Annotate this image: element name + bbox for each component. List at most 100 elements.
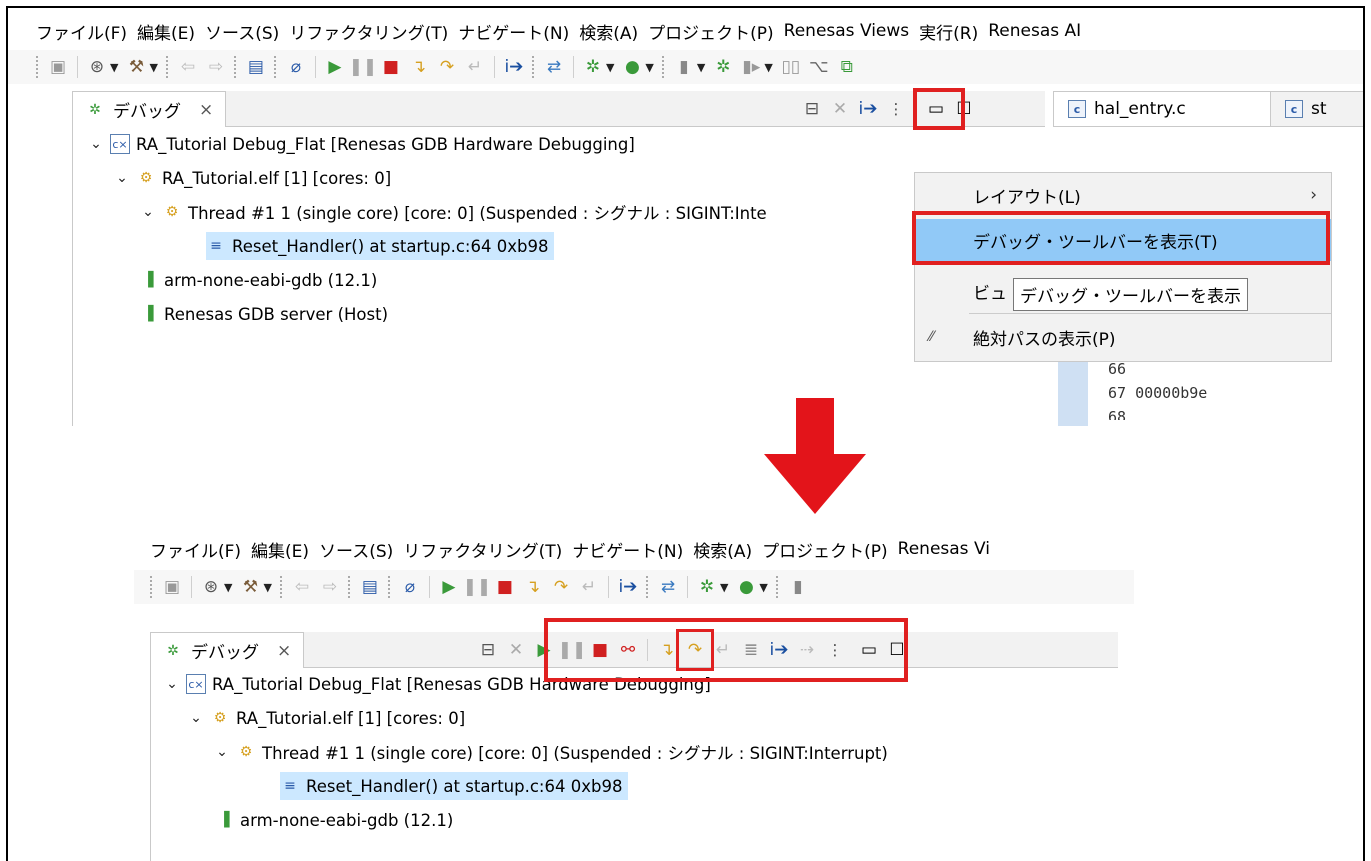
terminal-icon[interactable]: ▤ [244, 55, 268, 79]
menu-edit[interactable]: 編集(E) [251, 537, 309, 562]
tree-row-frame[interactable]: ≡ Reset_Handler() at startup.c:64 0xb98 [206, 232, 555, 260]
build-hammer-icon[interactable]: ⚒ [238, 575, 262, 599]
remove-terminated-icon[interactable]: ✕ [504, 638, 528, 662]
chevron-down-icon[interactable]: ⌄ [214, 744, 230, 760]
chevron-down-icon[interactable]: ▼ [224, 581, 232, 594]
build-hammer-icon[interactable]: ⚒ [124, 55, 148, 79]
menu-run[interactable]: 実行(R) [919, 19, 978, 44]
debug-bug-icon[interactable]: ✲ [695, 575, 719, 599]
back-arrow-icon[interactable]: ⇦ [290, 575, 314, 599]
perspective-icon[interactable]: ⧉ [835, 55, 859, 79]
tree-row-elf[interactable]: ⌄ ⚙ RA_Tutorial.elf [1] [cores: 0] [188, 704, 465, 732]
collapse-all-icon[interactable]: ⊟ [476, 638, 500, 662]
suspend-icon[interactable]: ❚❚ [463, 575, 492, 599]
resume-icon[interactable]: ▶ [437, 575, 461, 599]
debug-bug-icon[interactable]: ✲ [581, 55, 605, 79]
chevron-down-icon[interactable]: ▼ [110, 61, 118, 74]
chevron-down-icon[interactable]: ⌄ [164, 676, 180, 692]
tab-debug[interactable]: ✲ デバッグ × [72, 91, 227, 127]
external-tools-icon[interactable]: ▮ [672, 55, 696, 79]
debug-config-icon[interactable]: ⊛ [85, 55, 109, 79]
hierarchy-icon[interactable]: ⌥ [807, 55, 831, 79]
editor-tab-startup[interactable]: c st [1270, 91, 1363, 127]
skip-breakpoints-icon[interactable]: ⌀ [398, 575, 422, 599]
tree-row-gdb[interactable]: ▐ arm-none-eabi-gdb (12.1) [138, 266, 378, 294]
menu-renesas-views[interactable]: Renesas Vi [898, 539, 990, 559]
tree-row-server[interactable]: ▐ Renesas GDB server (Host) [138, 300, 388, 328]
menu-project[interactable]: プロジェクト(P) [762, 537, 888, 562]
menu-file[interactable]: ファイル(F) [150, 537, 241, 562]
menu-refactor[interactable]: リファクタリング(T) [289, 19, 448, 44]
step-return-icon[interactable]: ↵ [577, 575, 601, 599]
debug-config-icon[interactable]: ⊛ [199, 575, 223, 599]
editor-tab-hal-entry[interactable]: c hal_entry.c [1053, 91, 1271, 127]
menu-file[interactable]: ファイル(F) [36, 19, 127, 44]
save-icon[interactable]: ▣ [160, 575, 184, 599]
step-over-icon[interactable]: ↷ [549, 575, 573, 599]
step-over-icon[interactable]: ↷ [435, 55, 459, 79]
trace-icon[interactable]: ▮▸ [739, 55, 763, 79]
step-return-icon[interactable]: ↵ [463, 55, 487, 79]
chevron-down-icon[interactable]: ⌄ [140, 204, 156, 220]
chevron-down-icon[interactable]: ▼ [149, 61, 157, 74]
menu-item-layout[interactable]: レイアウト(L) › [915, 177, 1331, 213]
skip-breakpoints-icon[interactable]: ⌀ [284, 55, 308, 79]
menu-edit[interactable]: 編集(E) [137, 19, 195, 44]
menu-source[interactable]: ソース(S) [205, 19, 279, 44]
close-icon[interactable]: × [199, 100, 213, 120]
menu-project[interactable]: プロジェクト(P) [648, 19, 774, 44]
menu-source[interactable]: ソース(S) [319, 537, 393, 562]
external-tools-icon[interactable]: ▮ [786, 575, 810, 599]
run-icon[interactable]: ● [620, 55, 644, 79]
chevron-down-icon[interactable]: ⌄ [114, 170, 130, 186]
step-into-icon[interactable]: ↴ [521, 575, 545, 599]
menu-navigate[interactable]: ナビゲート(N) [458, 19, 569, 44]
terminal-icon[interactable]: ▤ [358, 575, 382, 599]
tree-row-frame[interactable]: ≡ Reset_Handler() at startup.c:64 0xb98 [280, 772, 629, 800]
instruction-step-icon[interactable]: i➔ [616, 575, 640, 599]
tree-label: Reset_Handler() at startup.c:64 0xb98 [306, 776, 623, 796]
close-icon[interactable]: × [277, 641, 291, 661]
forward-arrow-icon[interactable]: ⇨ [204, 55, 228, 79]
terminate-icon[interactable]: ■ [379, 55, 403, 79]
menu-renesas-ai[interactable]: Renesas AI [988, 21, 1081, 41]
tree-row-gdb[interactable]: ▐ arm-none-eabi-gdb (12.1) [214, 806, 454, 834]
tree-row-launch[interactable]: ⌄ c× RA_Tutorial Debug_Flat [Renesas GDB… [88, 130, 635, 158]
columns-icon[interactable]: ▯▯ [779, 55, 803, 79]
menu-renesas-views[interactable]: Renesas Views [784, 21, 909, 41]
menu-search[interactable]: 検索(A) [693, 537, 752, 562]
tab-debug[interactable]: ✲ デバッグ × [150, 632, 305, 668]
run-icon[interactable]: ● [734, 575, 758, 599]
chevron-down-icon[interactable]: ⌄ [88, 136, 104, 152]
menu-refactor[interactable]: リファクタリング(T) [403, 537, 562, 562]
tree-row-thread[interactable]: ⌄ ⚙ Thread #1 1 (single core) [core: 0] … [214, 738, 888, 766]
chevron-down-icon[interactable]: ▼ [697, 61, 705, 74]
chevron-down-icon[interactable]: ▼ [764, 61, 772, 74]
collapse-all-icon[interactable]: ⊟ [800, 97, 824, 121]
connect-icon[interactable]: ⇄ [542, 55, 566, 79]
tree-row-thread[interactable]: ⌄ ⚙ Thread #1 1 (single core) [core: 0] … [140, 198, 767, 226]
terminate-icon[interactable]: ■ [493, 575, 517, 599]
resume-icon[interactable]: ▶ [323, 55, 347, 79]
instruction-step-icon[interactable]: i➔ [502, 55, 526, 79]
suspend-icon[interactable]: ❚❚ [349, 55, 378, 79]
view-menu-icon[interactable]: ⋮ [884, 97, 908, 121]
menu-search[interactable]: 検索(A) [579, 19, 638, 44]
tree-row-elf[interactable]: ⌄ ⚙ RA_Tutorial.elf [1] [cores: 0] [114, 164, 391, 192]
menu-item-absolute-path[interactable]: ⁄⁄ 絶対パスの表示(P) [915, 319, 1331, 355]
chevron-down-icon[interactable]: ▼ [759, 581, 767, 594]
chevron-down-icon[interactable]: ▼ [645, 61, 653, 74]
connect-icon[interactable]: ⇄ [656, 575, 680, 599]
chevron-down-icon[interactable]: ⌄ [188, 710, 204, 726]
save-icon[interactable]: ▣ [46, 55, 70, 79]
back-arrow-icon[interactable]: ⇦ [176, 55, 200, 79]
flash-icon[interactable]: ✲ [711, 55, 735, 79]
chevron-down-icon[interactable]: ▼ [720, 581, 728, 594]
remove-terminated-icon[interactable]: ✕ [828, 97, 852, 121]
chevron-down-icon[interactable]: ▼ [263, 581, 271, 594]
menu-navigate[interactable]: ナビゲート(N) [572, 537, 683, 562]
forward-arrow-icon[interactable]: ⇨ [318, 575, 342, 599]
chevron-down-icon[interactable]: ▼ [606, 61, 614, 74]
step-into-icon[interactable]: ↴ [407, 55, 431, 79]
instruction-step-icon[interactable]: i➔ [856, 97, 880, 121]
